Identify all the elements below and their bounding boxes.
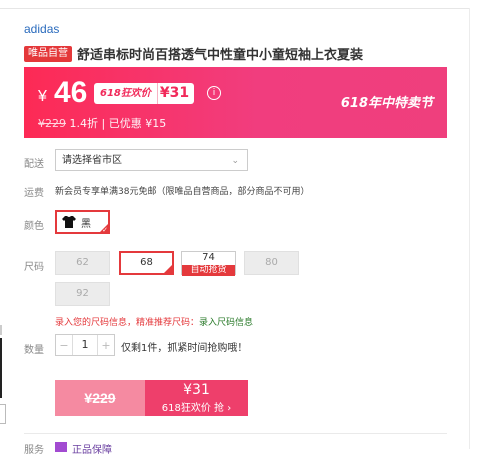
- festival-name: 618年中特卖节: [340, 96, 433, 111]
- divider: |: [101, 117, 106, 130]
- top-divider: [0, 8, 470, 9]
- size-option-68[interactable]: 68 ✓: [119, 251, 174, 275]
- buy-festival-price: ¥31: [183, 382, 210, 398]
- size-info-link[interactable]: 录入尺码信息: [199, 318, 253, 328]
- region-select[interactable]: 请选择省市区 ⌄: [55, 149, 248, 171]
- buy-original-price: ¥229: [84, 390, 116, 406]
- size-option-label: 74: [202, 252, 215, 263]
- info-icon[interactable]: i: [207, 86, 221, 100]
- discount-rate: 1.4折: [69, 117, 99, 130]
- original-price: ¥229: [38, 117, 66, 130]
- size-option-62[interactable]: 62: [55, 251, 110, 275]
- color-label: 颜色: [24, 221, 44, 232]
- quantity-label: 数量: [24, 345, 44, 356]
- festival-price-badge: 618狂欢价 ¥31: [94, 83, 195, 104]
- quantity-value[interactable]: 1: [72, 335, 98, 355]
- thumbnail-edge[interactable]: [0, 338, 2, 398]
- chevron-down-icon: ⌄: [231, 156, 239, 166]
- delivery-label: 配送: [24, 159, 44, 170]
- quantity-stepper[interactable]: − 1 +: [55, 334, 115, 356]
- color-option-black[interactable]: 黑 ✓: [55, 210, 110, 234]
- promo-banner: ¥ 46 618狂欢价 ¥31 i 618年中特卖节 ¥229 1.4折 | 已…: [24, 67, 447, 138]
- festival-buy-button[interactable]: ¥31 618狂欢价 抢 ›: [145, 380, 248, 416]
- original-price-button[interactable]: ¥229: [55, 380, 145, 416]
- currency-symbol: ¥: [38, 88, 47, 105]
- tshirt-icon: [62, 216, 76, 228]
- shipping-label: 运费: [24, 188, 44, 199]
- size-option-label: 68: [140, 257, 153, 268]
- check-icon: ✓: [166, 261, 172, 269]
- service-badge-icon: [55, 442, 67, 452]
- sale-price: 46: [54, 76, 88, 109]
- brand-link[interactable]: adidas: [24, 22, 59, 36]
- buy-buttons: ¥229 ¥31 618狂欢价 抢 ›: [55, 380, 248, 416]
- festival-price-value: ¥31: [156, 83, 195, 104]
- minus-button[interactable]: −: [56, 339, 72, 352]
- thumbnail-edge-frame[interactable]: [0, 404, 6, 424]
- saving-amount: 已优惠 ¥15: [108, 117, 167, 130]
- region-select-value: 请选择省市区: [62, 155, 122, 166]
- price-detail: ¥229 1.4折 | 已优惠 ¥15: [38, 115, 166, 131]
- shipping-info: 新会员专享单满38元免邮（限唯品自营商品，部分商品不可用）: [55, 187, 310, 197]
- size-option-74[interactable]: 74 自动抢货: [181, 251, 236, 276]
- size-option-92[interactable]: 92: [55, 282, 110, 306]
- size-option-80[interactable]: 80: [244, 251, 299, 275]
- self-operated-tag: 唯品自营: [24, 45, 72, 62]
- size-tip: 录入您的尺码信息，精准推荐尺码：录入尺码信息: [55, 315, 253, 328]
- check-icon: ✓: [102, 226, 108, 234]
- size-tip-text: 录入您的尺码信息，精准推荐尺码：: [55, 318, 200, 328]
- size-label: 尺码: [24, 262, 44, 273]
- auto-grab-badge: 自动抢货: [182, 265, 235, 276]
- product-title-row: 唯品自营 舒适串标时尚百搭透气中性童中小童短袖上衣夏装: [24, 44, 363, 63]
- buy-festival-label: 618狂欢价 抢 ›: [161, 403, 232, 414]
- stock-notice: 仅剩1件，抓紧时间抢购哦！: [121, 343, 248, 354]
- plus-button[interactable]: +: [98, 339, 114, 352]
- right-divider: [469, 8, 470, 449]
- festival-price-label: 618狂欢价: [94, 83, 157, 104]
- section-divider: [24, 433, 447, 434]
- product-title: 舒适串标时尚百搭透气中性童中小童短袖上衣夏装: [77, 48, 364, 63]
- color-option-label: 黑: [81, 218, 91, 230]
- edge-fragment: [0, 325, 2, 335]
